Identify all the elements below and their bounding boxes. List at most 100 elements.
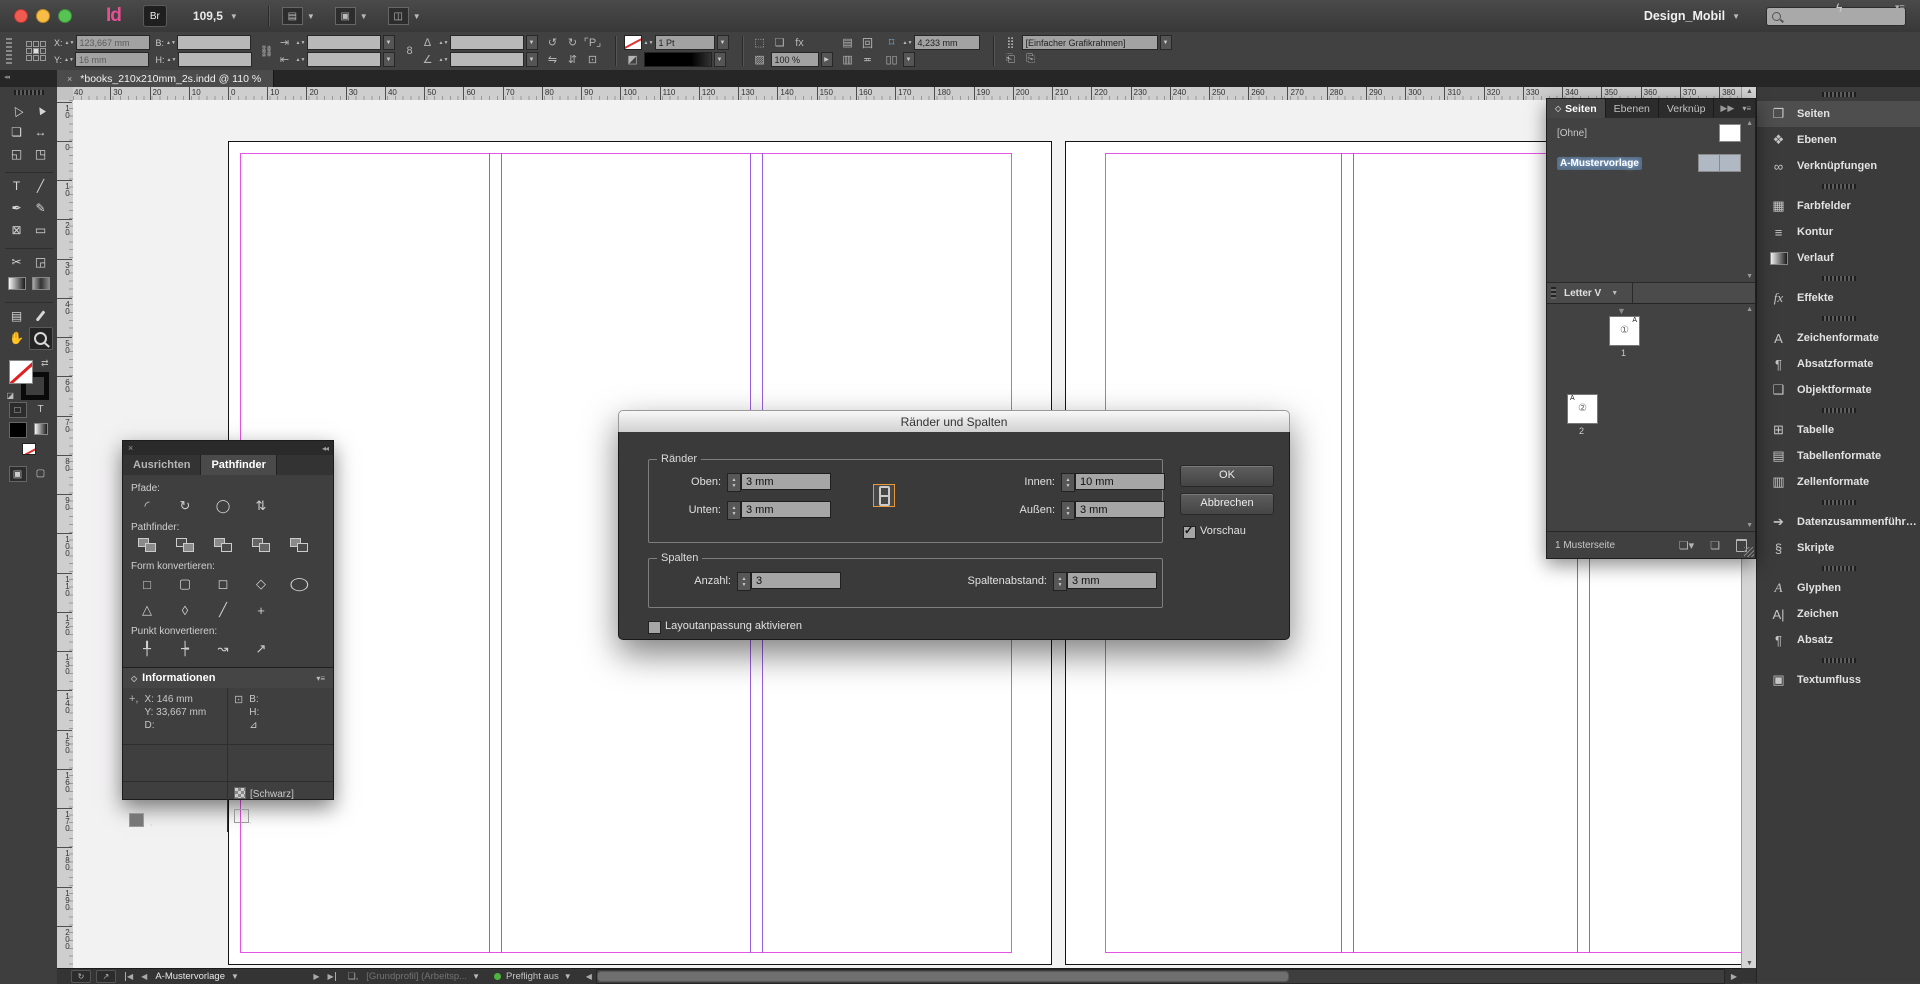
resize-grip[interactable] <box>1744 547 1754 557</box>
preflight-profile-dropdown[interactable]: [Grundprofil] (Arbeitsp... ▼ <box>366 971 480 982</box>
dock-group-grip[interactable] <box>1822 316 1856 321</box>
direct-selection-tool[interactable]: ▲ <box>29 99 53 120</box>
master-row-a-mustervorlage[interactable]: A-Mustervorlage <box>1547 148 1755 178</box>
scroll-down-icon[interactable]: ▼ <box>1746 522 1753 529</box>
scissors-tool[interactable]: ✂ <box>5 248 29 272</box>
dock-item-absatz[interactable]: ¶Absatz <box>1757 627 1920 653</box>
oben-stepper[interactable]: ▲▼ <box>727 473 741 492</box>
scroll-up-icon[interactable]: ▲ <box>1746 120 1753 127</box>
info-panel-header[interactable]: ◇ Informationen ▾≡ <box>123 668 333 688</box>
close-path-button[interactable]: ↻ <box>169 496 201 516</box>
scale-y-stepper[interactable]: ▲▼ <box>296 58 305 62</box>
convert-polygon-button[interactable]: ◊ <box>169 600 201 620</box>
panel-grip[interactable] <box>14 90 44 95</box>
fill-color-swatch[interactable]: ◩ <box>624 52 642 67</box>
zoom-level-dropdown[interactable]: 109,5 ▼ <box>193 9 238 23</box>
preflight-doc-icon[interactable]: ❏, <box>348 971 359 982</box>
dock-group-grip[interactable] <box>1822 92 1856 97</box>
anzahl-input[interactable] <box>751 572 841 589</box>
dock-item-ebenen[interactable]: ❖Ebenen <box>1757 127 1920 153</box>
x-value-field[interactable]: 123,667 mm <box>76 35 150 50</box>
aussen-stepper[interactable]: ▲▼ <box>1061 501 1075 520</box>
height-stepper[interactable]: ▲▼ <box>167 58 176 62</box>
join-path-button[interactable]: ◜ <box>131 496 163 516</box>
width-field[interactable] <box>177 35 251 50</box>
drop-shadow-icon[interactable]: ❏ <box>771 35 789 50</box>
anzahl-stepper[interactable]: ▲▼ <box>737 572 751 591</box>
width-stepper[interactable]: ▲▼ <box>166 41 175 45</box>
reference-point-proxy[interactable] <box>26 41 46 61</box>
y-stepper[interactable]: ▲▼ <box>64 58 73 62</box>
apply-color-button[interactable] <box>9 422 27 438</box>
dock-item-zeichen[interactable]: A|Zeichen <box>1757 601 1920 627</box>
layoutanpassung-checkbox[interactable] <box>648 621 661 634</box>
panel-drag-grip[interactable] <box>6 38 12 64</box>
stroke-type-dropdown[interactable] <box>644 52 712 67</box>
gradient-swatch-tool[interactable] <box>5 273 29 294</box>
collapse-left-dock-icon[interactable]: ◂◂ <box>4 73 9 81</box>
scroll-up-icon[interactable]: ▲ <box>1746 306 1753 313</box>
scroll-right-icon[interactable]: ▶ <box>1731 972 1737 981</box>
edit-page-size-icon[interactable]: ❏▾ <box>1679 539 1694 552</box>
chevron-down-icon[interactable]: ▼ <box>383 35 395 50</box>
rectangle-frame-tool[interactable]: ⊠ <box>5 219 29 240</box>
panel-menu-icon[interactable]: ▾≡ <box>1742 104 1755 113</box>
stroke-weight-stepper[interactable]: ▲▼ <box>644 41 653 45</box>
dock-item-seiten[interactable]: ❐Seiten <box>1757 101 1920 127</box>
chevron-down-icon[interactable]: ▼ <box>903 52 915 67</box>
chevron-down-icon[interactable]: ▼ <box>526 35 538 50</box>
horizontal-scroll-thumb[interactable] <box>597 971 1289 982</box>
preflight-status[interactable]: Preflight aus ▼ <box>494 971 572 982</box>
plain-point-button[interactable]: ╀ <box>131 639 163 659</box>
dock-item-skripte[interactable]: §Skripte <box>1757 535 1920 561</box>
horizontal-ruler[interactable]: 4030201001020304050607080901001101201301… <box>73 87 1741 101</box>
convert-ellipse-button[interactable]: ◯ <box>283 574 315 594</box>
zoom-tool[interactable] <box>29 327 53 350</box>
aussen-input[interactable] <box>1075 501 1165 518</box>
select-content-icon[interactable]: ⊡ <box>584 52 602 67</box>
symmetrical-point-button[interactable]: ↗ <box>245 639 277 659</box>
close-document-icon[interactable]: × <box>67 74 72 84</box>
type-tool[interactable]: T <box>5 172 29 196</box>
subtract-button[interactable] <box>169 535 201 555</box>
flip-horizontal-icon[interactable]: ⇋ <box>544 52 562 67</box>
dock-group-grip[interactable] <box>1822 500 1856 505</box>
dock-group-grip[interactable] <box>1822 658 1856 663</box>
splitter-grip[interactable] <box>1551 287 1556 299</box>
panel-menu-icon[interactable]: ▾≡ <box>316 674 325 683</box>
page-size-preset[interactable]: Letter V <box>1564 288 1601 299</box>
page-thumbnail-2[interactable]: A② <box>1567 394 1598 424</box>
arrange-documents-menu[interactable]: ◫▼ <box>388 7 421 25</box>
master-row-ohne[interactable]: [Ohne] <box>1547 118 1755 148</box>
stroke-weight-field[interactable]: 1 Pt <box>655 35 715 50</box>
select-container-icon[interactable]: ⌜P⌟ <box>584 35 602 50</box>
content-collector-tool[interactable]: ◱ <box>5 143 29 164</box>
scale-x-field[interactable] <box>307 35 381 50</box>
page-thumbnail-1[interactable]: A① <box>1609 316 1640 346</box>
exclude-overlap-button[interactable] <box>245 535 277 555</box>
page-select-dropdown[interactable]: A-Mustervorlage ▼ <box>155 971 305 982</box>
vertical-ruler[interactable]: 1001020304050607080901001101201301401501… <box>57 100 74 968</box>
hand-tool[interactable]: ✋ <box>5 327 29 348</box>
shear-field[interactable] <box>450 52 524 67</box>
intersect-button[interactable] <box>207 535 239 555</box>
spaltenabstand-stepper[interactable]: ▲▼ <box>1053 572 1067 591</box>
dock-group-grip[interactable] <box>1822 276 1856 281</box>
y-value-field[interactable]: 16 mm <box>75 52 149 67</box>
pen-tool[interactable]: ✒ <box>5 197 29 218</box>
fill-swatch-none[interactable] <box>9 360 33 384</box>
x-stepper[interactable]: ▲▼ <box>65 41 74 45</box>
scale-x-stepper[interactable]: ▲▼ <box>296 41 305 45</box>
flip-vertical-icon[interactable]: ⇵ <box>564 52 582 67</box>
wrap-shape-icon[interactable]: ▥ <box>839 52 857 67</box>
line-tool[interactable]: ╱ <box>29 172 53 196</box>
new-page-icon[interactable]: ❏ <box>1710 539 1720 552</box>
dock-item-effekte[interactable]: fxEffekte <box>1757 285 1920 311</box>
rotation-stepper[interactable]: ▲▼ <box>439 41 448 45</box>
tab-ausrichten[interactable]: Ausrichten <box>123 455 201 475</box>
convert-orthogonal-line-button[interactable]: + <box>245 600 277 620</box>
oben-input[interactable] <box>741 473 831 490</box>
innen-stepper[interactable]: ▲▼ <box>1061 473 1075 492</box>
bridge-button[interactable]: Br <box>143 5 167 27</box>
minus-back-button[interactable] <box>283 535 315 555</box>
